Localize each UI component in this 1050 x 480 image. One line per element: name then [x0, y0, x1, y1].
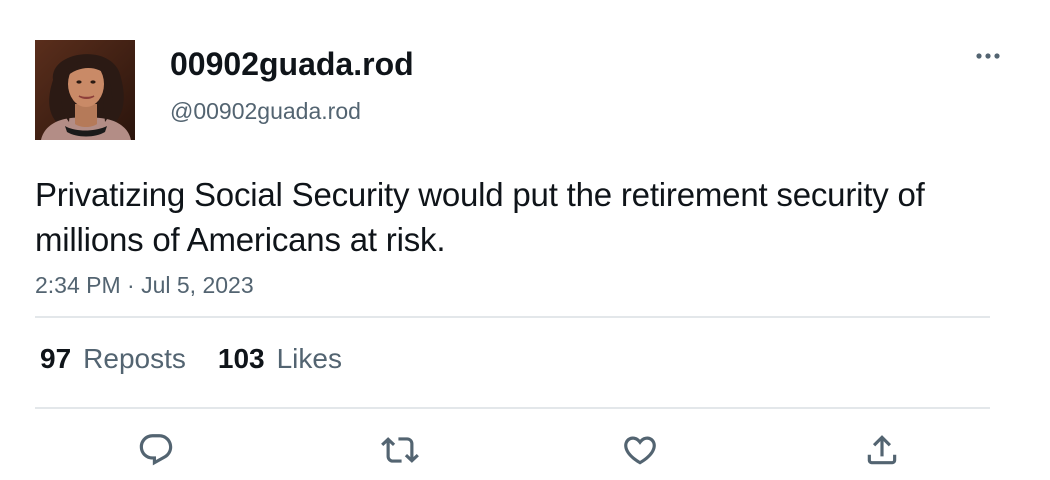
like-button[interactable] [620, 430, 660, 470]
user-photo-avatar-icon [35, 40, 135, 140]
reposts-label: Reposts [83, 343, 186, 374]
share-icon [867, 435, 897, 465]
reply-button[interactable] [136, 430, 176, 470]
reposts-count: 97 [40, 343, 72, 374]
author-handle[interactable]: @00902guada.rod [170, 96, 361, 126]
divider [35, 407, 990, 409]
reply-icon [139, 434, 173, 466]
repost-icon [381, 437, 419, 463]
likes-stat[interactable]: 103 Likes [218, 340, 342, 378]
tweet-timestamp[interactable]: 2:34 PM · Jul 5, 2023 [35, 270, 254, 300]
action-bar [0, 430, 1050, 470]
more-horizontal-icon [976, 53, 1000, 59]
tweet-card: 00902guada.rod @00902guada.rod Privatizi… [0, 0, 1050, 480]
more-options-button[interactable] [966, 44, 1010, 70]
reposts-stat[interactable]: 97 Reposts [40, 340, 186, 378]
repost-button[interactable] [380, 430, 420, 470]
likes-label: Likes [276, 343, 342, 374]
like-icon [624, 436, 656, 465]
engagement-stats: 97 Reposts 103 Likes [40, 340, 374, 378]
divider [35, 316, 990, 318]
author-display-name[interactable]: 00902guada.rod [170, 44, 414, 84]
share-button[interactable] [862, 430, 902, 470]
tweet-text: Privatizing Social Security would put th… [35, 176, 925, 258]
avatar[interactable] [35, 40, 135, 140]
likes-count: 103 [217, 343, 265, 374]
